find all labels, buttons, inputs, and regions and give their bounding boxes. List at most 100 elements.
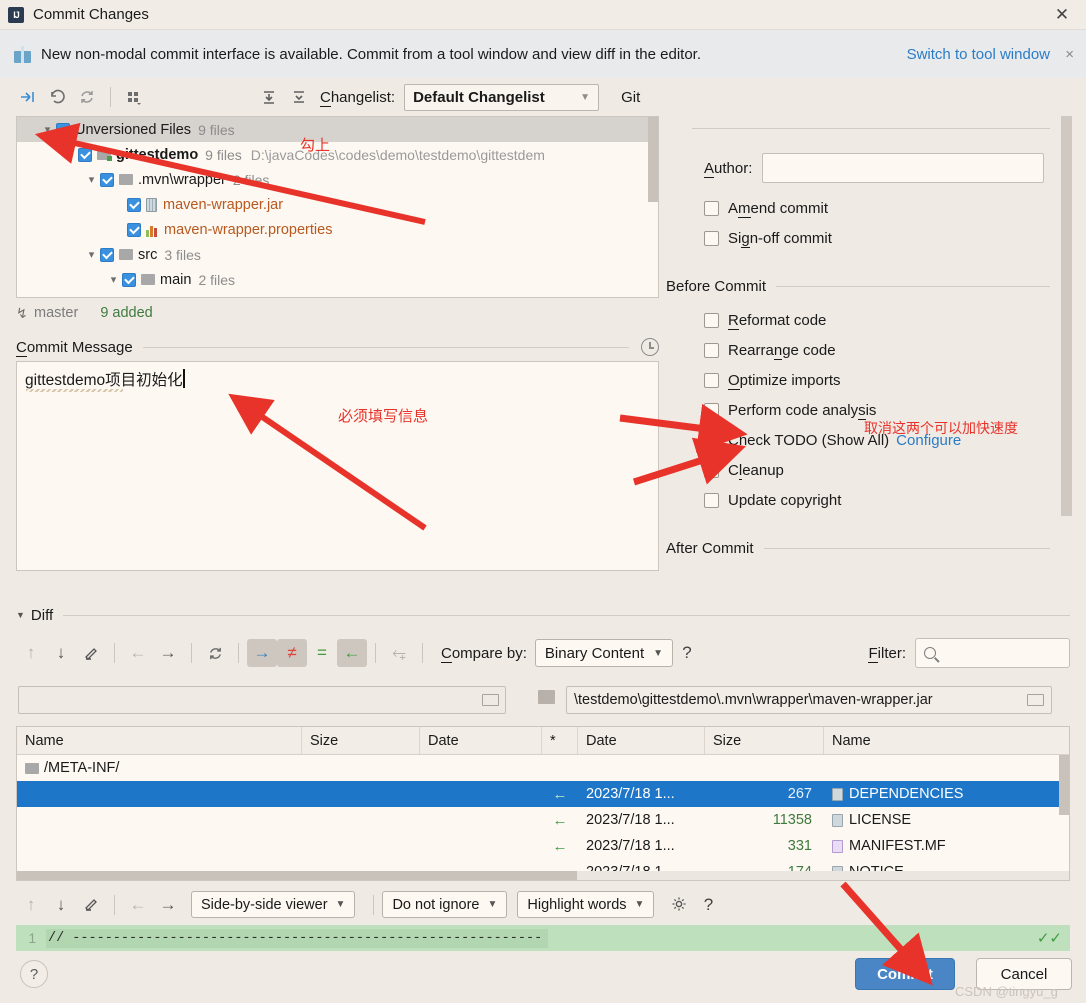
tree-row-partial[interactable]: ▾ [17, 292, 658, 299]
table-horizontal-scrollbar[interactable] [17, 871, 1069, 880]
expand-all-icon[interactable] [254, 83, 284, 111]
browse-folder-icon[interactable] [482, 694, 499, 706]
collapse-all-icon[interactable] [284, 83, 314, 111]
show-new-files-icon[interactable]: → [247, 639, 277, 667]
rearrange-code-checkbox[interactable] [704, 342, 719, 358]
gear-icon[interactable] [664, 891, 694, 919]
column-header-date-right[interactable]: Date [578, 727, 705, 754]
perform-code-analysis-checkbox[interactable] [704, 402, 719, 418]
tree-row-maven-wrapper-jar[interactable]: maven-wrapper.jar [17, 192, 658, 217]
highlight-mode-combo[interactable]: Highlight words ▼ [517, 891, 655, 918]
tree-row-unversioned-files[interactable]: ▾ Unversioned Files 9 files [17, 117, 658, 142]
tree-row-maven-wrapper-properties[interactable]: maven-wrapper.properties [17, 217, 658, 242]
edit-source-icon[interactable] [76, 639, 106, 667]
table-row[interactable]: ← 2023/7/18 1... 11358 LICENSE [17, 807, 1069, 833]
table-row[interactable]: ← 2023/7/18 1... 267 DEPENDENCIES [17, 781, 1069, 807]
update-copyright-checkbox[interactable] [704, 492, 719, 508]
tree-row-mvn-wrapper[interactable]: ▾ .mvn\wrapper 2 files [17, 167, 658, 192]
chevron-down-icon[interactable]: ▼ [16, 610, 25, 620]
close-icon[interactable]: ✕ [1048, 0, 1076, 30]
move-to-another-changelist-icon[interactable] [12, 83, 42, 111]
column-header-size-right[interactable]: Size [705, 727, 824, 754]
chevron-down-icon[interactable]: ▾ [61, 148, 78, 161]
show-different-files-icon[interactable]: ≠ [277, 639, 307, 667]
checkbox[interactable] [100, 247, 114, 262]
group-by-icon[interactable] [119, 83, 149, 111]
folder-icon [119, 174, 133, 185]
chevron-down-icon[interactable]: ▾ [83, 173, 100, 186]
checkbox[interactable] [122, 272, 136, 287]
optimize-imports-row[interactable]: Optimize imports [666, 365, 1074, 395]
checkbox[interactable] [127, 197, 141, 212]
reformat-code-row[interactable]: Reformat code [666, 305, 1074, 335]
author-field[interactable] [762, 153, 1044, 183]
checkbox[interactable] [100, 172, 114, 187]
amend-commit-row[interactable]: Amend commit [666, 193, 1074, 223]
ignore-mode-combo[interactable]: Do not ignore ▼ [382, 891, 508, 918]
tree-row-main[interactable]: ▾ main 2 files [17, 267, 658, 292]
chevron-down-icon[interactable]: ▾ [105, 273, 122, 286]
sign-off-commit-checkbox[interactable] [704, 230, 719, 246]
column-header-date-left[interactable]: Date [420, 727, 542, 754]
column-header-marker[interactable]: * [542, 727, 578, 754]
checkbox[interactable] [56, 122, 70, 137]
tree-vertical-scrollbar[interactable] [648, 117, 658, 202]
show-equal-files-icon[interactable]: = [307, 639, 337, 667]
cleanup-row[interactable]: Cleanup [666, 455, 1074, 485]
show-deleted-files-icon[interactable]: ← [337, 639, 367, 667]
next-difference-icon[interactable]: ↓ [46, 639, 76, 667]
reformat-code-checkbox[interactable] [704, 312, 719, 328]
table-row[interactable]: ← 2023/7/18 1... 331 MANIFEST.MF [17, 833, 1069, 859]
diff-files-table[interactable]: Name Size Date * Date Size Name /META-IN… [16, 726, 1070, 881]
update-copyright-row[interactable]: Update copyright [666, 485, 1074, 515]
viewer-mode-combo[interactable]: Side-by-side viewer ▼ [191, 891, 356, 918]
sign-off-commit-row[interactable]: Sign-off commit [666, 223, 1074, 253]
table-row[interactable]: /META-INF/ [17, 755, 1069, 781]
optimize-imports-checkbox[interactable] [704, 372, 719, 388]
column-header-size-left[interactable]: Size [302, 727, 420, 754]
right-path-field[interactable]: \testdemo\gittestdemo\.mvn\wrapper\maven… [566, 686, 1052, 714]
commit-message-input[interactable]: gittestdemo项目初始化 [16, 361, 659, 571]
previous-difference-icon[interactable]: ↑ [16, 891, 46, 919]
tree-row-src[interactable]: ▾ src 3 files [17, 242, 658, 267]
browse-folder-icon[interactable] [1027, 694, 1044, 706]
commit-button[interactable]: Commit [855, 958, 955, 990]
banner-close-icon[interactable]: × [1065, 46, 1074, 63]
options-vertical-scrollbar[interactable] [1061, 116, 1072, 516]
next-difference-icon[interactable]: ↓ [46, 891, 76, 919]
table-vertical-scrollbar[interactable] [1059, 755, 1069, 815]
compare-by-combo[interactable]: Binary Content ▼ [534, 639, 674, 667]
column-header-name-left[interactable]: Name [17, 727, 302, 754]
accept-left-icon[interactable]: ← [123, 891, 153, 919]
synchronize-icon[interactable]: ⥆ [384, 639, 414, 667]
refresh-icon[interactable] [72, 83, 102, 111]
edit-source-icon[interactable] [76, 891, 106, 919]
column-header-name-right[interactable]: Name [824, 727, 1069, 754]
history-clock-icon[interactable] [641, 338, 659, 356]
viewer-help-icon[interactable]: ? [694, 895, 722, 915]
check-todo-checkbox[interactable] [704, 432, 719, 448]
previous-difference-icon[interactable]: ↑ [16, 639, 46, 667]
chevron-down-icon[interactable]: ▾ [39, 123, 56, 136]
unversioned-files-tree[interactable]: ▾ Unversioned Files 9 files ▾ gittestdem… [16, 116, 659, 298]
checkbox[interactable] [127, 222, 141, 237]
changelist-combo[interactable]: Default Changelist ▼ [404, 83, 600, 111]
tree-row-gittestdemo[interactable]: ▾ gittestdemo 9 files D:\javaCodes\codes… [17, 142, 658, 167]
checkbox[interactable] [144, 298, 158, 299]
switch-to-tool-window-link[interactable]: Switch to tool window [907, 46, 1050, 63]
checkbox[interactable] [78, 147, 92, 162]
filter-input[interactable] [915, 638, 1070, 668]
help-button[interactable]: ? [20, 960, 48, 988]
left-path-field[interactable] [18, 686, 506, 714]
accept-right-icon[interactable]: → [153, 891, 183, 919]
refresh-diff-icon[interactable] [200, 639, 230, 667]
after-commit-title: After Commit [666, 539, 754, 557]
accept-right-icon[interactable]: → [153, 639, 183, 667]
chevron-down-icon[interactable]: ▾ [83, 248, 100, 261]
cleanup-checkbox[interactable] [704, 462, 719, 478]
revert-icon[interactable] [42, 83, 72, 111]
diff-help-icon[interactable]: ? [673, 643, 701, 663]
rearrange-code-row[interactable]: Rearrange code [666, 335, 1074, 365]
amend-commit-checkbox[interactable] [704, 200, 719, 216]
accept-left-icon[interactable]: ← [123, 639, 153, 667]
